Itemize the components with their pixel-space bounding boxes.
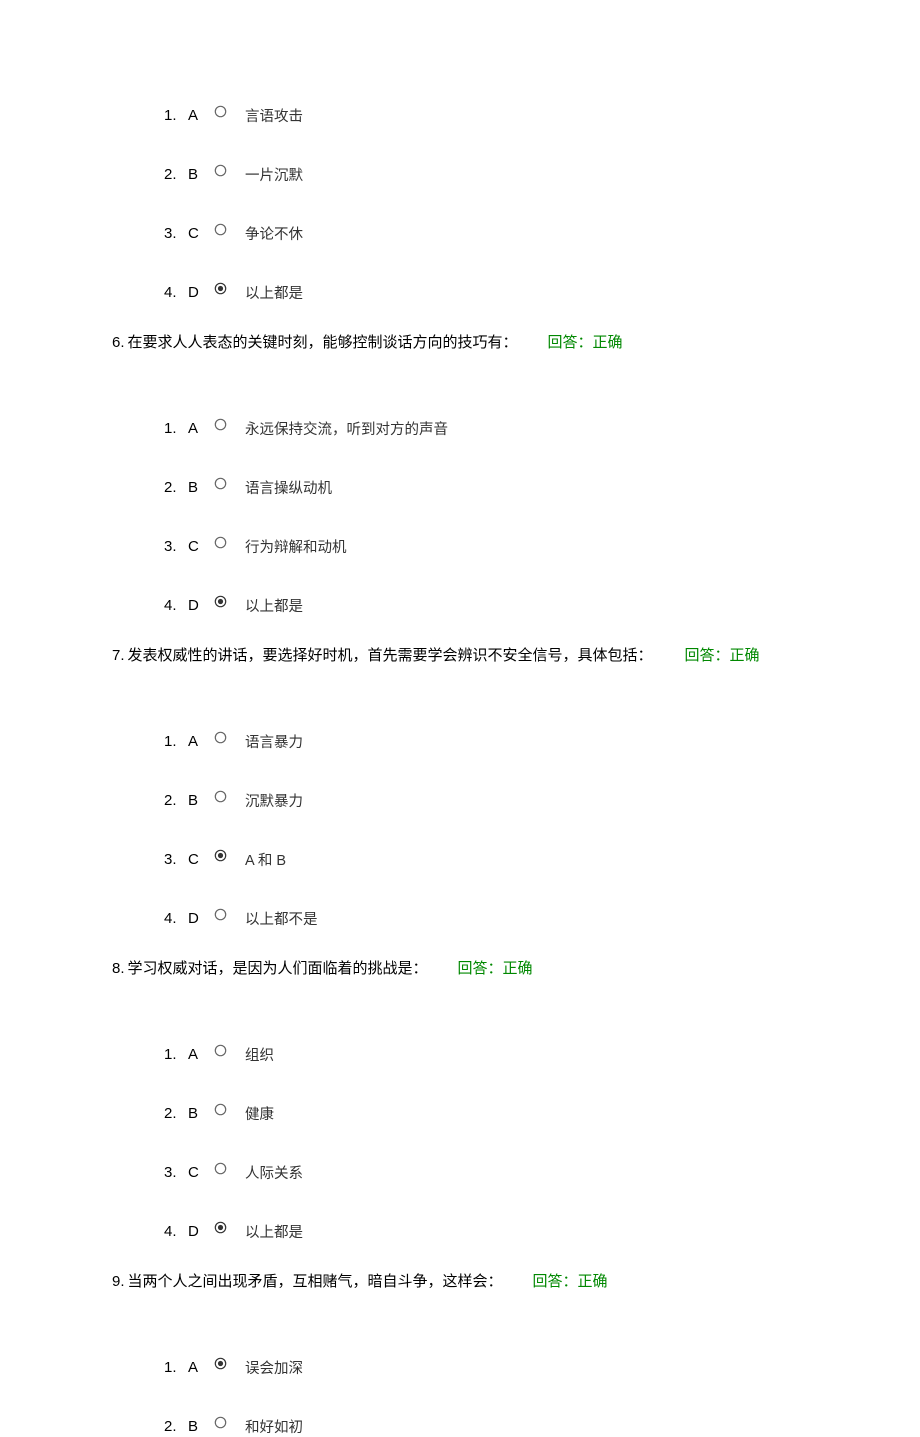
option-number: 3. (164, 225, 186, 242)
radio-unselected-icon[interactable] (214, 418, 227, 431)
q6-options: 1. A 永远保持交流，听到对方的声音 2. B 语言操纵动机 3. C 行为辩… (112, 418, 920, 616)
radio-selected-icon[interactable] (214, 595, 227, 608)
option-row: 1. A 言语攻击 (164, 105, 920, 126)
radio-unselected-icon[interactable] (214, 1162, 227, 1175)
option-number: 2. (164, 792, 186, 809)
option-text: A 和 B (245, 849, 286, 870)
option-number: 4. (164, 910, 186, 927)
option-number: 4. (164, 1223, 186, 1240)
option-row: 3. C 争论不休 (164, 223, 920, 244)
option-row: 3. C A 和 B (164, 849, 920, 870)
option-text: 组织 (245, 1044, 274, 1065)
radio-unselected-icon[interactable] (214, 1416, 227, 1429)
option-text: 沉默暴力 (245, 790, 303, 811)
option-row: 2. B 健康 (164, 1103, 920, 1124)
option-number: 2. (164, 479, 186, 496)
feedback-correct: 回答：正确 (458, 957, 533, 978)
option-number: 1. (164, 107, 186, 124)
radio-unselected-icon[interactable] (214, 908, 227, 921)
question-number: 7. (112, 647, 125, 664)
radio-unselected-icon[interactable] (214, 790, 227, 803)
option-text: 健康 (245, 1103, 274, 1124)
q8-options: 1. A 组织 2. B 健康 3. C 人际关系 4. D 以上都是 (112, 1044, 920, 1242)
option-text: 语言操纵动机 (245, 477, 332, 498)
option-number: 2. (164, 1105, 186, 1122)
option-row: 2. B 沉默暴力 (164, 790, 920, 811)
option-row: 4. D 以上都是 (164, 1221, 920, 1242)
option-text: 语言暴力 (245, 731, 303, 752)
option-row: 4. D 以上都是 (164, 282, 920, 303)
radio-unselected-icon[interactable] (214, 164, 227, 177)
option-number: 4. (164, 597, 186, 614)
option-number: 4. (164, 284, 186, 301)
option-row: 2. B 一片沉默 (164, 164, 920, 185)
option-text: 和好如初 (245, 1416, 303, 1437)
radio-unselected-icon[interactable] (214, 1103, 227, 1116)
option-row: 1. A 误会加深 (164, 1357, 920, 1378)
option-number: 1. (164, 1046, 186, 1063)
question-number: 6. (112, 334, 125, 351)
radio-unselected-icon[interactable] (214, 536, 227, 549)
option-text: 行为辩解和动机 (245, 536, 347, 557)
feedback-correct: 回答：正确 (548, 331, 623, 352)
option-row: 4. D 以上都是 (164, 595, 920, 616)
option-number: 1. (164, 733, 186, 750)
q7-options: 1. A 语言暴力 2. B 沉默暴力 3. C A 和 B 4. D 以上都不… (112, 731, 920, 929)
option-number: 2. (164, 1418, 186, 1435)
question-9: 9. 当两个人之间出现矛盾，互相赌气，暗自斗争，这样会： 回答：正确 (112, 1270, 920, 1291)
radio-unselected-icon[interactable] (214, 477, 227, 490)
option-number: 3. (164, 538, 186, 555)
radio-unselected-icon[interactable] (214, 105, 227, 118)
option-row: 2. B 和好如初 (164, 1416, 920, 1437)
option-text: 争论不休 (245, 223, 303, 244)
option-row: 1. A 语言暴力 (164, 731, 920, 752)
question-7: 7. 发表权威性的讲话，要选择好时机，首先需要学会辨识不安全信号，具体包括： 回… (112, 644, 920, 665)
radio-selected-icon[interactable] (214, 849, 227, 862)
radio-selected-icon[interactable] (214, 282, 227, 295)
option-row: 2. B 语言操纵动机 (164, 477, 920, 498)
radio-unselected-icon[interactable] (214, 223, 227, 236)
question-6: 6. 在要求人人表态的关键时刻，能够控制谈话方向的技巧有： 回答：正确 (112, 331, 920, 352)
option-text: 以上都是 (245, 282, 303, 303)
option-row: 3. C 人际关系 (164, 1162, 920, 1183)
question-text: 学习权威对话，是因为人们面临着的挑战是： (128, 957, 428, 978)
option-text: 人际关系 (245, 1162, 303, 1183)
feedback-correct: 回答：正确 (533, 1270, 608, 1291)
question-text: 当两个人之间出现矛盾，互相赌气，暗自斗争，这样会： (128, 1270, 503, 1291)
option-number: 1. (164, 420, 186, 437)
option-number: 2. (164, 166, 186, 183)
option-text: 永远保持交流，听到对方的声音 (245, 418, 448, 439)
q5-options: 1. A 言语攻击 2. B 一片沉默 3. C 争论不休 4. D 以上都是 (112, 105, 920, 303)
q9-options: 1. A 误会加深 2. B 和好如初 (112, 1357, 920, 1437)
radio-selected-icon[interactable] (214, 1221, 227, 1234)
radio-unselected-icon[interactable] (214, 1044, 227, 1057)
option-text: 以上都是 (245, 595, 303, 616)
option-number: 1. (164, 1359, 186, 1376)
option-number: 3. (164, 1164, 186, 1181)
option-text: 误会加深 (245, 1357, 303, 1378)
feedback-correct: 回答：正确 (685, 644, 760, 665)
option-number: 3. (164, 851, 186, 868)
option-text: 言语攻击 (245, 105, 303, 126)
question-text: 发表权威性的讲话，要选择好时机，首先需要学会辨识不安全信号，具体包括： (128, 644, 653, 665)
option-row: 1. A 组织 (164, 1044, 920, 1065)
question-number: 8. (112, 960, 125, 977)
question-number: 9. (112, 1273, 125, 1290)
option-row: 1. A 永远保持交流，听到对方的声音 (164, 418, 920, 439)
radio-unselected-icon[interactable] (214, 731, 227, 744)
radio-selected-icon[interactable] (214, 1357, 227, 1370)
question-8: 8. 学习权威对话，是因为人们面临着的挑战是： 回答：正确 (112, 957, 920, 978)
option-text: 一片沉默 (245, 164, 303, 185)
option-row: 4. D 以上都不是 (164, 908, 920, 929)
option-row: 3. C 行为辩解和动机 (164, 536, 920, 557)
question-text: 在要求人人表态的关键时刻，能够控制谈话方向的技巧有： (128, 331, 518, 352)
option-text: 以上都不是 (245, 908, 318, 929)
option-text: 以上都是 (245, 1221, 303, 1242)
